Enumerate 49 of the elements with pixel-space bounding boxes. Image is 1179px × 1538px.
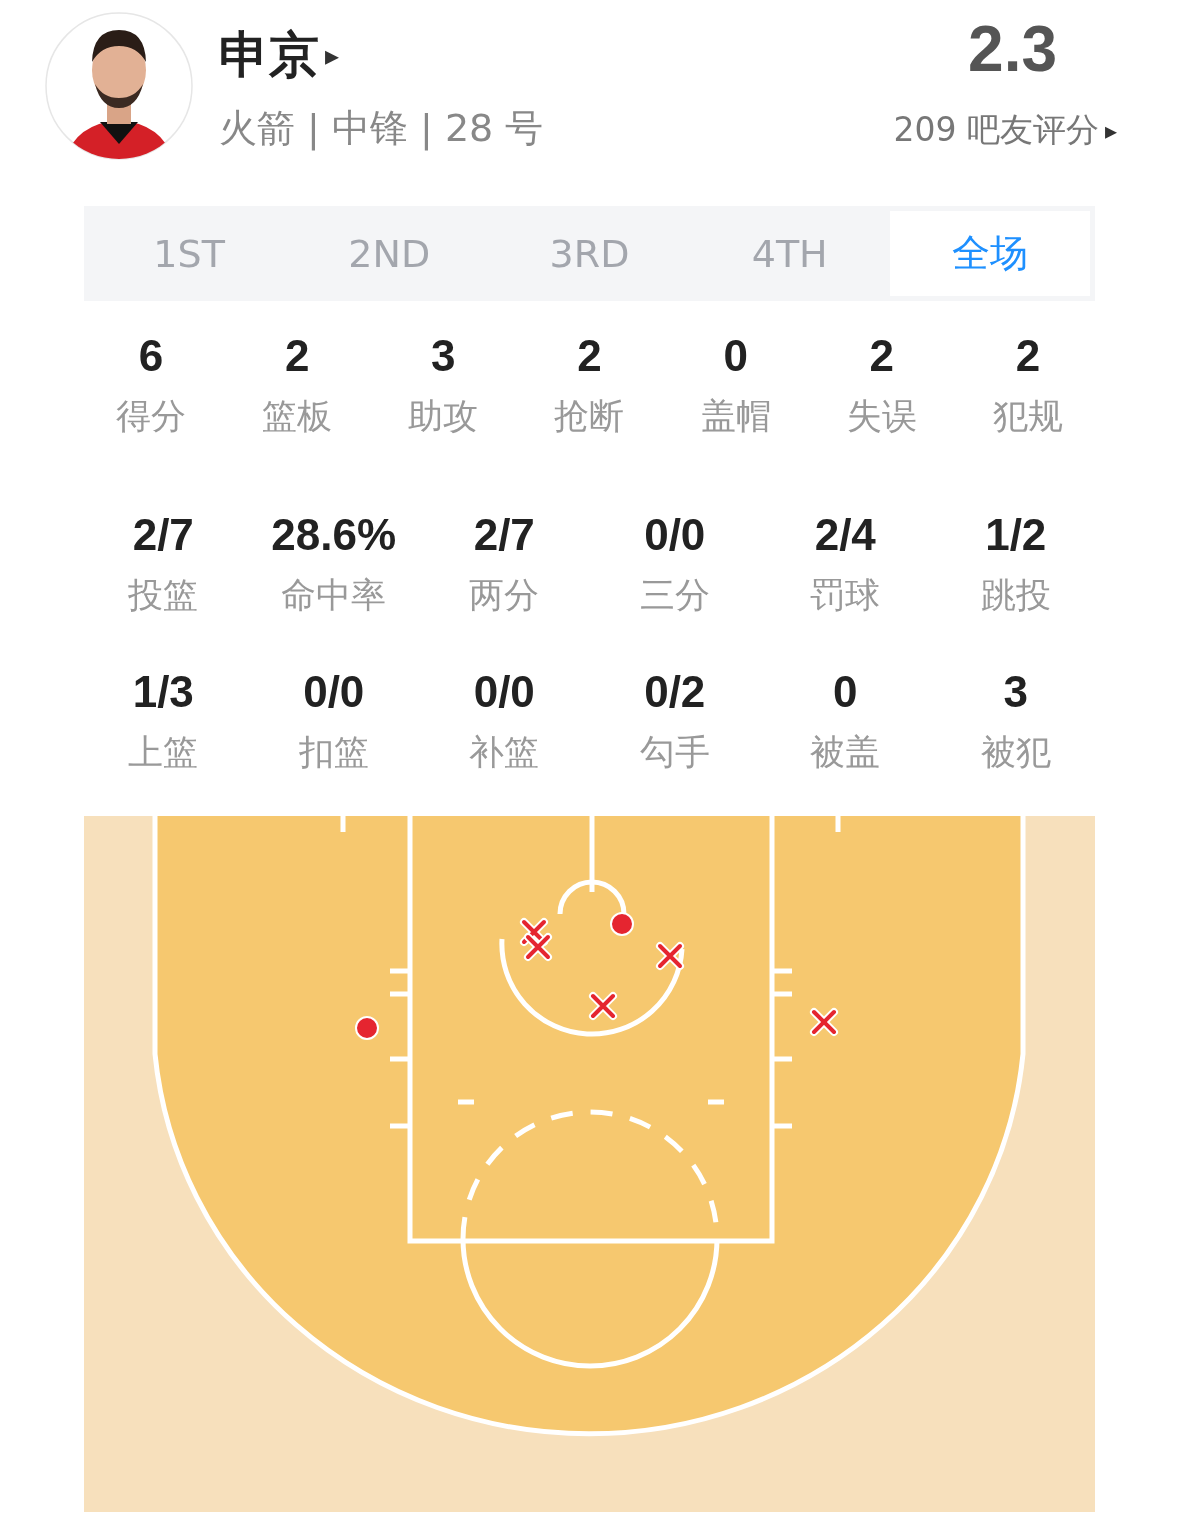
stat-value: 1/2 [985, 510, 1047, 560]
stat-label: 投篮 [128, 574, 199, 617]
stat-value: 2 [1015, 331, 1041, 381]
period-tab[interactable]: 全场 [889, 211, 1090, 296]
stat-label: 犯规 [992, 395, 1063, 438]
period-tab[interactable]: 4TH [689, 211, 890, 296]
stat-label: 跳投 [980, 574, 1051, 617]
stat-value: 2 [284, 331, 310, 381]
stat-value: 2/7 [473, 510, 535, 560]
play-icon: ▸ [325, 39, 340, 72]
stat-value: 2 [869, 331, 894, 381]
stat-label: 补篮 [469, 731, 540, 774]
stat-value: 6 [138, 331, 164, 381]
stat-label: 两分 [469, 574, 540, 617]
rating-score: 2.3 [968, 12, 1057, 86]
stat-value: 3 [431, 331, 456, 381]
stat-value: 0 [833, 667, 858, 717]
player-name[interactable]: 申京 [219, 22, 319, 89]
stat-label: 命中率 [281, 574, 387, 617]
period-tab[interactable]: 1ST [89, 211, 290, 296]
stat-label: 扣篮 [298, 731, 369, 774]
stat-label: 被犯 [980, 731, 1051, 774]
stat-label: 失误 [846, 395, 917, 438]
period-tab[interactable]: 2ND [289, 211, 490, 296]
stat-value: 2/4 [814, 510, 876, 560]
stat-label: 勾手 [639, 731, 710, 774]
stat-value: 0/2 [644, 667, 706, 717]
stat-value: 1/3 [132, 667, 194, 717]
stat-label: 上篮 [128, 731, 199, 774]
stat-label: 盖帽 [700, 395, 771, 438]
period-tab[interactable]: 3RD [489, 211, 690, 296]
stat-label: 助攻 [408, 395, 479, 438]
stat-label: 罚球 [810, 574, 881, 617]
stat-value: 3 [1003, 667, 1028, 717]
stat-value: 0/0 [303, 667, 365, 717]
stat-value: 0/0 [473, 667, 535, 717]
stat-value: 2/7 [132, 510, 194, 560]
rating-count[interactable]: 209 吧友评分 [893, 108, 1099, 153]
stat-label: 三分 [639, 574, 710, 617]
stat-value: 0/0 [644, 510, 706, 560]
stat-value: 28.6% [271, 510, 397, 560]
stat-label: 抢断 [554, 395, 625, 438]
stat-value: 2 [577, 331, 602, 381]
play-icon: ▸ [1104, 116, 1117, 145]
stat-label: 篮板 [262, 395, 333, 438]
stat-label: 被盖 [810, 731, 881, 774]
stat-value: 0 [723, 331, 748, 381]
player-info: 火箭 | 中锋 | 28 号 [219, 105, 545, 153]
stat-label: 得分 [116, 395, 187, 438]
